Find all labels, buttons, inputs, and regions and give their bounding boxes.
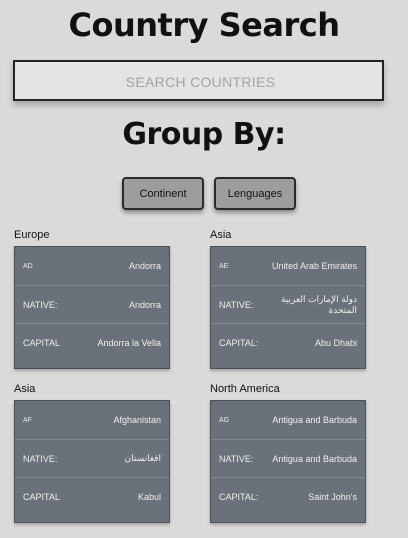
native-label: NATIVE: [23,299,58,310]
country-name: Afghanistan [113,415,161,425]
card-row-capital: CAPITAL: Saint John's [211,477,365,515]
page-title: Country Search [68,6,340,44]
search-box[interactable] [13,60,386,101]
card-row-country: AG Antigua and Barbuda [211,401,365,439]
country-code: AF [23,416,32,424]
country-code: AD [23,262,33,270]
capital-label: CAPITAL: [219,491,259,502]
card-row-capital: CAPITAL Kabul [15,477,169,515]
native-label: NATIVE: [219,299,254,310]
country-name: Antigua and Barbuda [272,415,357,425]
native-name: افغانستان [124,453,162,463]
group-by-heading: Group By: [122,117,286,152]
country-card[interactable]: AF Afghanistan NATIVE: افغانستان CAPITAL… [14,400,170,523]
country-name: Andorra [128,261,161,271]
country-card[interactable]: AD Andorra NATIVE: Andorra CAPITAL Andor… [14,246,170,369]
card-row-native: NATIVE: Antigua and Barbuda [211,439,365,477]
region-heading: Asia [14,383,36,395]
card-row-capital: CAPITAL Andorra la Vella [15,323,169,361]
card-row-country: AD Andorra [15,247,169,285]
native-name: Andorra [128,299,161,310]
capital-name: Andorra la Vella [97,337,161,348]
country-name: United Arab Emirates [271,261,357,271]
card-row-native: NATIVE: Andorra [15,285,169,323]
capital-label: CAPITAL [23,491,60,502]
region-heading: Europe [14,229,50,241]
card-row-country: AF Afghanistan [15,401,169,439]
native-name: دولة الإمارات العربية المتحدة [280,293,357,315]
capital-name: Abu Dhabi [314,337,357,348]
capital-label: CAPITAL: [219,337,259,348]
region-heading: North America [210,383,280,395]
continent-button[interactable]: Continent [122,177,204,210]
capital-label: CAPITAL [23,337,60,348]
native-label: NATIVE: [219,453,254,464]
country-code: AG [219,416,230,424]
card-row-capital: CAPITAL: Abu Dhabi [211,323,365,361]
country-code: AE [219,262,229,270]
capital-name: Kabul [137,491,161,502]
card-row-native: NATIVE: دولة الإمارات العربية المتحدة [211,285,365,323]
region-heading: Asia [210,229,232,241]
native-name: Antigua and Barbuda [272,453,357,464]
card-row-native: NATIVE: افغانستان [15,439,169,477]
languages-button[interactable]: Lenguages [214,177,296,210]
capital-name: Saint John's [308,491,357,502]
country-card[interactable]: AG Antigua and Barbuda NATIVE: Antigua a… [210,400,366,523]
card-row-country: AE United Arab Emirates [211,247,365,285]
search-input[interactable] [15,62,386,101]
country-card[interactable]: AE United Arab Emirates NATIVE: دولة الإ… [210,246,366,369]
native-label: NATIVE: [23,453,58,464]
